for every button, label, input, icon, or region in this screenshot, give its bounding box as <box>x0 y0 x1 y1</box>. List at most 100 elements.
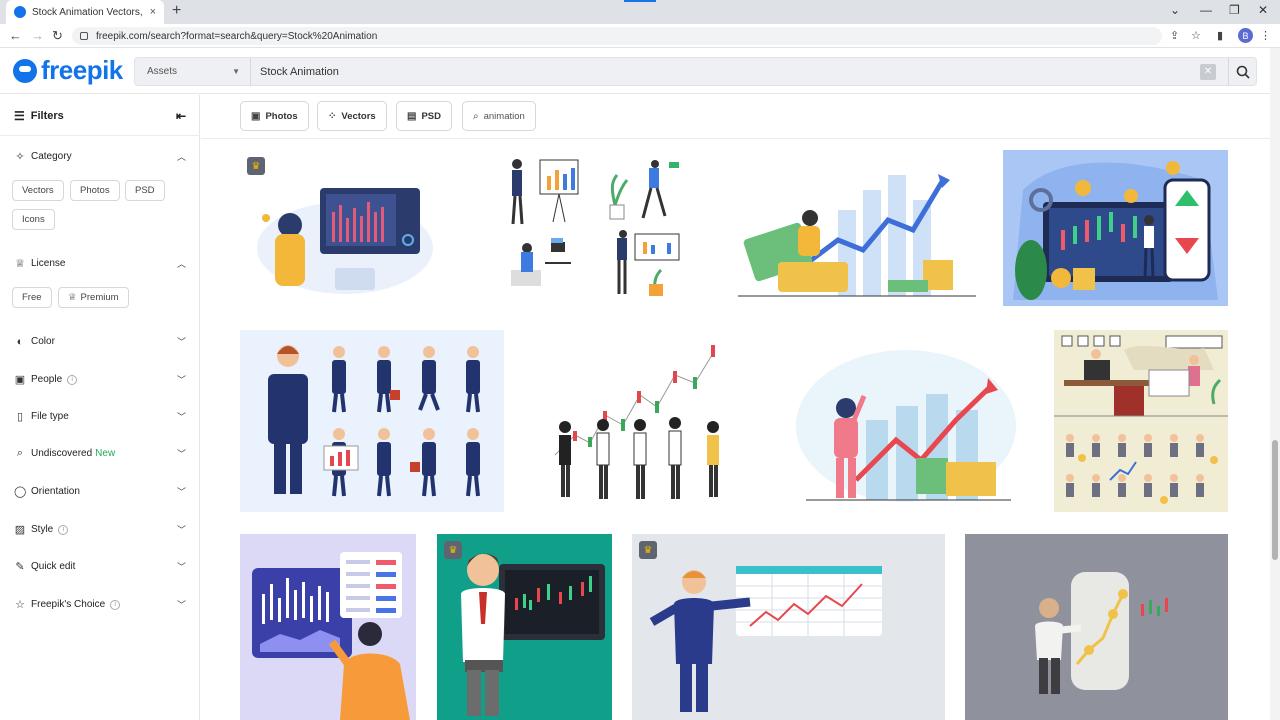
filter-button-psd[interactable]: ▤ PSD <box>396 101 452 131</box>
filter-button-photos-label: Photos <box>265 110 298 122</box>
orientation-icon: ◯ <box>14 486 27 498</box>
result-tile-6[interactable] <box>545 335 737 507</box>
filter-people[interactable]: ▣ People i ﹀ <box>14 373 186 386</box>
photo-icon: ▣ <box>251 110 261 122</box>
result-illustration-2 <box>511 159 680 297</box>
chevron-down-icon: ﹀ <box>176 337 186 347</box>
tab-search-icon[interactable]: ⌄ <box>1170 3 1180 17</box>
tab-close-icon[interactable]: × <box>150 6 156 18</box>
filter-button-vectors-label: Vectors <box>341 110 376 122</box>
filters-header: ☰ Filters ⇤ <box>14 109 186 123</box>
result-illustration-11 <box>632 534 945 720</box>
result-tile-3[interactable] <box>738 150 976 300</box>
url-field[interactable]: freepik.com/search?format=search&query=S… <box>72 27 1162 45</box>
filter-style[interactable]: ▨ Style i ﹀ <box>14 523 186 536</box>
magnifier-icon: ⌕ <box>16 447 24 459</box>
result-tile-4[interactable] <box>1003 150 1228 306</box>
file-icon: ▯ <box>16 411 24 423</box>
filter-button-vectors[interactable]: ⁘ Vectors <box>317 101 387 131</box>
license-chip-premium[interactable]: ♕ Premium <box>58 287 129 308</box>
reload-icon[interactable]: ↻ <box>52 28 63 44</box>
search-icon: ⌕ <box>473 110 479 122</box>
filter-license[interactable]: ♕ License ︿ <box>14 257 186 270</box>
info-icon[interactable]: i <box>110 599 121 610</box>
result-tile-2[interactable] <box>495 150 695 300</box>
chevron-down-icon: ﹀ <box>176 600 186 610</box>
chevron-down-icon: ﹀ <box>176 487 186 497</box>
address-bar-row: ← → ↻ freepik.com/search?format=search&q… <box>0 24 1280 48</box>
result-tile-9[interactable] <box>240 534 416 720</box>
page-scrollbar-track[interactable] <box>1270 48 1280 720</box>
filter-style-label: Style <box>31 524 54 535</box>
filters-sidebar: ☰ Filters ⇤ ✧ Category ︿ Vectors Photos … <box>0 95 200 720</box>
filter-people-label: People <box>31 374 63 385</box>
tab-title: Stock Animation Vectors, Photos <box>32 6 146 18</box>
result-illustration-7 <box>796 350 1016 502</box>
search-scope-label: Assets <box>147 66 178 77</box>
url-text: freepik.com/search?format=search&query=S… <box>96 30 378 42</box>
site-header: freepik Assets ▼ ✕ <box>0 48 1280 94</box>
chevron-down-icon: ﹀ <box>176 525 186 535</box>
license-chip-free[interactable]: Free <box>12 287 52 308</box>
filter-undiscovered[interactable]: ⌕ Undiscovered New ﹀ <box>14 447 186 460</box>
filter-undiscovered-label: Undiscovered <box>31 448 93 459</box>
category-chip-psd[interactable]: PSD <box>125 180 165 201</box>
chevron-down-icon: ﹀ <box>176 412 186 422</box>
result-tile-1[interactable]: ♛ <box>240 150 453 300</box>
bookmark-star-icon[interactable]: ☆ <box>1191 29 1201 42</box>
logo-text: freepik <box>41 55 123 85</box>
image-style-icon: ▨ <box>14 524 26 536</box>
search-input[interactable] <box>251 65 1200 78</box>
clear-search-icon[interactable]: ✕ <box>1200 63 1216 80</box>
forward-arrow-icon[interactable]: → <box>31 28 44 43</box>
search-scope-select[interactable]: Assets ▼ <box>135 58 251 85</box>
related-search-animation[interactable]: ⌕ animation <box>462 101 536 131</box>
vector-nodes-icon: ⁘ <box>328 110 337 122</box>
category-chip-vectors[interactable]: Vectors <box>12 180 64 201</box>
minimize-button[interactable]: — <box>1200 3 1212 17</box>
chevron-down-icon: ﹀ <box>176 375 186 385</box>
result-illustration-12 <box>1035 572 1168 694</box>
result-tile-5[interactable] <box>240 330 504 512</box>
category-chip-photos[interactable]: Photos <box>70 180 120 201</box>
chevron-down-icon: ﹀ <box>176 449 186 459</box>
new-tab-button[interactable]: + <box>172 2 181 20</box>
info-icon[interactable]: i <box>58 524 69 535</box>
divider <box>0 135 200 136</box>
psd-file-icon: ▤ <box>407 110 417 122</box>
filter-file-type[interactable]: ▯ File type ﹀ <box>14 410 186 423</box>
result-tile-8[interactable] <box>1054 330 1228 512</box>
filter-color[interactable]: ◐ Color ﹀ <box>14 335 186 348</box>
result-tile-10[interactable]: ♛ <box>437 534 612 720</box>
search-icon <box>1236 65 1250 79</box>
filter-button-psd-label: PSD <box>421 110 441 122</box>
filter-freepiks-choice-label: Freepik's Choice <box>31 599 106 610</box>
back-arrow-icon[interactable]: ← <box>9 28 22 43</box>
search-button[interactable] <box>1228 58 1256 85</box>
freepik-logo[interactable]: freepik <box>13 55 123 86</box>
chevron-down-icon: ﹀ <box>176 562 186 572</box>
filter-button-photos[interactable]: ▣ Photos <box>240 101 309 131</box>
side-panel-icon[interactable]: ▮ <box>1217 29 1223 42</box>
filter-category[interactable]: ✧ Category ︿ <box>14 150 186 163</box>
result-tile-11[interactable]: ♛ <box>632 534 945 720</box>
kebab-menu-icon[interactable]: ⋮ <box>1260 29 1271 42</box>
filter-file-type-label: File type <box>31 411 69 422</box>
result-illustration-6 <box>554 345 719 499</box>
result-illustration-1 <box>257 188 433 294</box>
restore-button[interactable]: ❐ <box>1229 3 1240 17</box>
filter-orientation[interactable]: ◯ Orientation ﹀ <box>14 485 186 498</box>
collapse-sidebar-icon[interactable]: ⇤ <box>176 109 186 123</box>
page-scrollbar-thumb[interactable] <box>1272 440 1278 560</box>
premium-crown-icon: ♛ <box>247 157 265 175</box>
category-chip-icons[interactable]: Icons <box>12 209 55 230</box>
info-icon[interactable]: i <box>67 374 78 385</box>
share-icon[interactable]: ⇪ <box>1170 29 1179 42</box>
filter-quick-edit[interactable]: ✎ Quick edit ﹀ <box>14 560 186 573</box>
filter-freepiks-choice[interactable]: ☆ Freepik's Choice i ﹀ <box>14 598 186 611</box>
result-tile-7[interactable] <box>796 350 1018 503</box>
close-window-button[interactable]: ✕ <box>1258 3 1268 17</box>
browser-tab[interactable]: Stock Animation Vectors, Photos × <box>6 0 164 24</box>
profile-avatar[interactable]: B <box>1238 28 1253 43</box>
result-tile-12[interactable] <box>965 534 1228 720</box>
